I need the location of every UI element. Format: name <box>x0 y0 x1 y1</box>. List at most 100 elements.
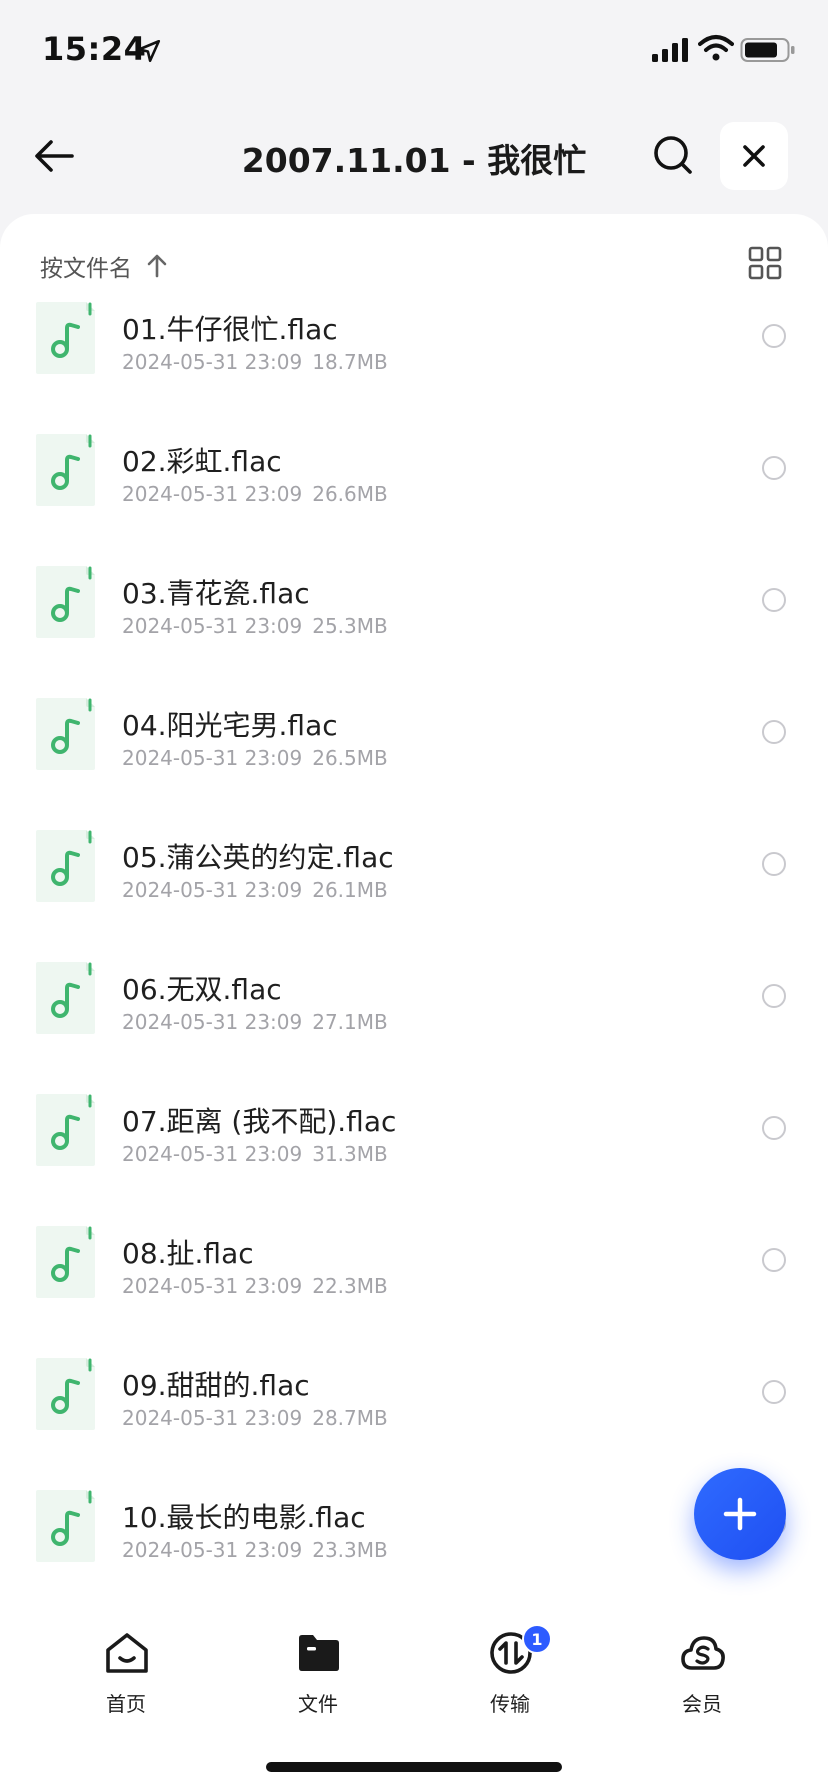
home-indicator <box>266 1762 562 1772</box>
file-size: 27.1MB <box>312 1010 388 1034</box>
transfer-badge: 1 <box>522 1624 552 1654</box>
file-list-item[interactable]: 01.牛仔很忙.flac 2024-05-31 23:09 18.7MB <box>0 302 828 434</box>
select-checkbox[interactable] <box>762 1380 786 1404</box>
file-date: 2024-05-31 23:09 <box>122 746 303 770</box>
file-meta: 2024-05-31 23:09 31.3MB <box>122 1142 388 1166</box>
music-file-icon <box>36 1490 95 1562</box>
file-list-item[interactable]: 06.无双.flac 2024-05-31 23:09 27.1MB <box>0 962 828 1094</box>
file-name: 08.扯.flac <box>122 1237 254 1270</box>
file-name: 03.青花瓷.flac <box>122 577 310 610</box>
cellular-signal-icon <box>652 38 688 62</box>
file-size: 18.7MB <box>312 350 388 374</box>
nav-item-home[interactable]: 首页 <box>66 1630 186 1720</box>
file-name: 10.最长的电影.flac <box>122 1501 366 1534</box>
file-date: 2024-05-31 23:09 <box>122 1274 303 1298</box>
music-file-icon <box>36 830 95 902</box>
select-checkbox[interactable] <box>762 456 786 480</box>
nav-item-transfer[interactable]: 1 传输 <box>450 1624 570 1720</box>
select-checkbox[interactable] <box>762 1248 786 1272</box>
file-date: 2024-05-31 23:09 <box>122 482 303 506</box>
file-list-item[interactable]: 05.蒲公英的约定.flac 2024-05-31 23:09 26.1MB <box>0 830 828 962</box>
file-date: 2024-05-31 23:09 <box>122 1538 303 1562</box>
file-date: 2024-05-31 23:09 <box>122 1406 303 1430</box>
file-list-item[interactable]: 03.青花瓷.flac 2024-05-31 23:09 25.3MB <box>0 566 828 698</box>
music-file-icon <box>36 1358 95 1430</box>
file-meta: 2024-05-31 23:09 23.3MB <box>122 1538 388 1562</box>
music-file-icon <box>36 962 95 1034</box>
grid-view-icon[interactable] <box>748 246 782 280</box>
music-file-icon <box>36 1226 95 1298</box>
file-name: 05.蒲公英的约定.flac <box>122 841 394 874</box>
status-bar: 15:24 <box>0 0 828 100</box>
file-panel: 按文件名 01.牛仔很忙.flac 2024-05-31 23:09 18.7MB 0… <box>0 214 828 1792</box>
file-size: 23.3MB <box>312 1538 388 1562</box>
select-checkbox[interactable] <box>762 720 786 744</box>
add-button[interactable] <box>694 1468 786 1560</box>
search-button[interactable] <box>648 130 698 180</box>
file-meta: 2024-05-31 23:09 18.7MB <box>122 350 388 374</box>
file-meta: 2024-05-31 23:09 26.6MB <box>122 482 388 506</box>
select-checkbox[interactable] <box>762 852 786 876</box>
select-checkbox[interactable] <box>762 1116 786 1140</box>
close-button[interactable] <box>720 122 788 190</box>
nav-label-home: 首页 <box>106 1692 146 1716</box>
search-icon <box>654 136 692 174</box>
header: 2007.11.01 - 我很忙 <box>0 110 828 200</box>
select-checkbox[interactable] <box>762 324 786 348</box>
file-meta: 2024-05-31 23:09 22.3MB <box>122 1274 388 1298</box>
status-time: 15:24 <box>42 30 147 68</box>
battery-icon <box>740 38 795 62</box>
file-date: 2024-05-31 23:09 <box>122 1010 303 1034</box>
file-size: 22.3MB <box>312 1274 388 1298</box>
file-name: 06.无双.flac <box>122 973 282 1006</box>
file-date: 2024-05-31 23:09 <box>122 614 303 638</box>
file-size: 26.5MB <box>312 746 388 770</box>
file-meta: 2024-05-31 23:09 25.3MB <box>122 614 388 638</box>
music-file-icon <box>36 434 95 506</box>
folder-icon <box>299 1635 339 1671</box>
file-size: 31.3MB <box>312 1142 388 1166</box>
file-meta: 2024-05-31 23:09 26.5MB <box>122 746 388 770</box>
wifi-icon <box>698 35 734 61</box>
nav-label-files: 文件 <box>298 1692 338 1716</box>
file-list-item[interactable]: 04.阳光宅男.flac 2024-05-31 23:09 26.5MB <box>0 698 828 830</box>
nav-label-membership: 会员 <box>682 1692 722 1716</box>
arrow-up-icon <box>147 254 167 278</box>
file-list-item[interactable]: 08.扯.flac 2024-05-31 23:09 22.3MB <box>0 1226 828 1358</box>
file-size: 25.3MB <box>312 614 388 638</box>
sort-label: 按文件名 <box>40 256 132 282</box>
file-name: 01.牛仔很忙.flac <box>122 313 338 346</box>
music-file-icon <box>36 566 95 638</box>
sort-control[interactable]: 按文件名 <box>40 246 168 286</box>
file-name: 04.阳光宅男.flac <box>122 709 338 742</box>
file-list-item[interactable]: 09.甜甜的.flac 2024-05-31 23:09 28.7MB <box>0 1358 828 1490</box>
file-list-item[interactable]: 07.距离 (我不配).flac 2024-05-31 23:09 31.3MB <box>0 1094 828 1226</box>
nav-label-transfer: 传输 <box>490 1692 530 1716</box>
file-name: 07.距离 (我不配).flac <box>122 1105 397 1138</box>
select-checkbox[interactable] <box>762 984 786 1008</box>
file-size: 28.7MB <box>312 1406 388 1430</box>
file-meta: 2024-05-31 23:09 27.1MB <box>122 1010 388 1034</box>
file-meta: 2024-05-31 23:09 26.1MB <box>122 878 388 902</box>
home-icon <box>106 1633 148 1673</box>
close-icon <box>743 145 765 167</box>
nav-item-membership[interactable]: 会员 <box>642 1630 762 1720</box>
file-list-item[interactable]: 02.彩虹.flac 2024-05-31 23:09 26.6MB <box>0 434 828 566</box>
file-date: 2024-05-31 23:09 <box>122 350 303 374</box>
file-name: 09.甜甜的.flac <box>122 1369 310 1402</box>
location-arrow-icon <box>137 39 161 63</box>
membership-cloud-icon <box>681 1636 725 1670</box>
nav-item-files[interactable]: 文件 <box>258 1630 378 1720</box>
music-file-icon <box>36 302 95 374</box>
file-meta: 2024-05-31 23:09 28.7MB <box>122 1406 388 1430</box>
bottom-nav: 首页 文件 1 传输 会员 <box>0 1610 828 1720</box>
page-title: 2007.11.01 - 我很忙 <box>241 141 587 180</box>
file-size: 26.6MB <box>312 482 388 506</box>
plus-icon <box>723 1497 757 1531</box>
file-date: 2024-05-31 23:09 <box>122 1142 303 1166</box>
file-name: 02.彩虹.flac <box>122 445 282 478</box>
select-checkbox[interactable] <box>762 588 786 612</box>
file-size: 26.1MB <box>312 878 388 902</box>
music-file-icon <box>36 698 95 770</box>
file-date: 2024-05-31 23:09 <box>122 878 303 902</box>
